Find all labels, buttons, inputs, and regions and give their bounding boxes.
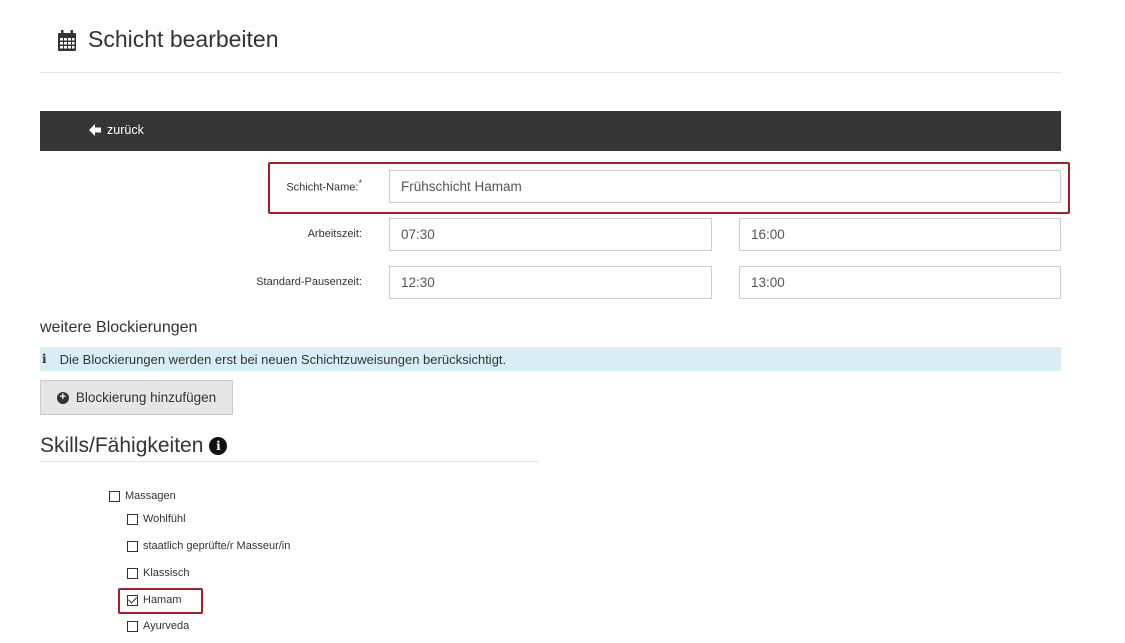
checkbox-wohlfuehl[interactable] xyxy=(127,513,138,525)
name-label: Schicht-Name:* xyxy=(286,178,362,194)
break-to-input[interactable]: 13:00 xyxy=(739,266,1061,299)
checkbox-massagen[interactable] xyxy=(109,490,120,502)
name-input[interactable]: Frühschicht Hamam xyxy=(389,170,1061,203)
plus-circle-icon: + xyxy=(56,391,69,404)
title-divider xyxy=(40,72,1061,73)
worktime-label: Arbeitszeit: xyxy=(307,228,362,240)
break-label: Standard-Pausenzeit: xyxy=(256,276,362,288)
skill-label: Massagen xyxy=(125,490,176,502)
info-circle-icon[interactable]: i xyxy=(209,437,228,455)
back-label: zurück xyxy=(107,123,144,137)
checkbox-klassisch[interactable] xyxy=(127,567,138,579)
skill-item-wohlfuehl[interactable]: Wohlfühl xyxy=(127,513,186,525)
blocks-info-bar: i Die Blockierungen werden erst bei neue… xyxy=(40,347,1061,371)
back-button[interactable]: zurück xyxy=(88,123,144,137)
skill-label: Ayurveda xyxy=(143,620,190,632)
skill-item-klassisch[interactable]: Klassisch xyxy=(127,567,189,579)
toolbar: zurück xyxy=(40,111,1061,151)
blocks-info-text: Die Blockierungen werden erst bei neuen … xyxy=(59,351,507,367)
checkbox-hamam[interactable] xyxy=(127,594,138,606)
skill-parent-massagen[interactable]: Massagen xyxy=(109,490,176,502)
worktime-from-input[interactable]: 07:30 xyxy=(389,218,712,251)
checkbox-ayurveda[interactable] xyxy=(127,620,138,632)
checkbox-masseur[interactable] xyxy=(127,540,138,552)
arrow-left-icon xyxy=(89,124,101,136)
info-icon: i xyxy=(42,352,47,366)
skills-divider xyxy=(40,461,538,462)
add-block-label: Blockierung hinzufügen xyxy=(75,390,217,405)
skills-heading: Skills/Fähigkeiten i xyxy=(40,434,228,458)
required-marker: * xyxy=(358,178,362,188)
skill-label: Hamam xyxy=(143,594,182,606)
break-from-input[interactable]: 12:30 xyxy=(389,266,712,299)
skills-heading-text: Skills/Fähigkeiten xyxy=(40,434,204,457)
page-title: Schicht bearbeiten xyxy=(88,26,279,52)
skill-label: staatlich geprüfte/r Masseur/in xyxy=(143,540,291,552)
add-block-button[interactable]: + Blockierung hinzufügen xyxy=(40,380,233,415)
skill-item-hamam[interactable]: Hamam xyxy=(127,594,182,606)
skill-item-masseur[interactable]: staatlich geprüfte/r Masseur/in xyxy=(127,540,290,552)
skill-label: Wohlfühl xyxy=(143,513,186,525)
blocks-heading: weitere Blockierungen xyxy=(40,319,198,336)
skill-item-ayurveda[interactable]: Ayurveda xyxy=(127,620,189,632)
skill-label: Klassisch xyxy=(143,567,190,579)
calendar-icon xyxy=(58,30,76,51)
worktime-to-input[interactable]: 16:00 xyxy=(739,218,1061,251)
